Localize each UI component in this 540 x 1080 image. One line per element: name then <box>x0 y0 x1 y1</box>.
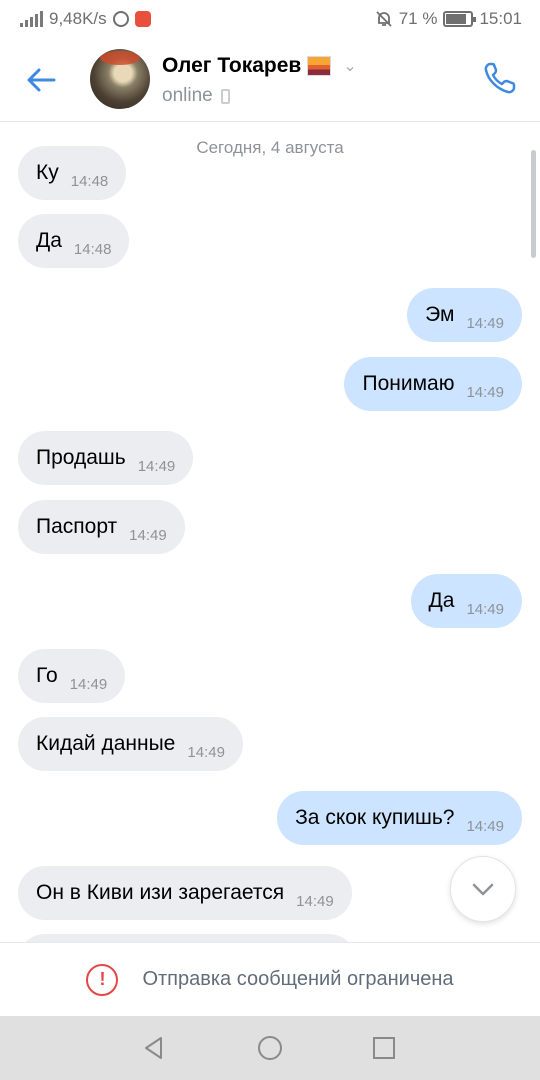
message-time: 14:48 <box>73 240 112 258</box>
message-list[interactable]: Сегодня, 4 августа Ку 14:48 Да 14:48 Эм … <box>0 122 540 942</box>
message-time: 14:49 <box>137 457 176 475</box>
message-bubble[interactable]: За скок купишь? 14:49 <box>277 791 522 845</box>
exclamation-circle-icon: ! <box>86 963 119 996</box>
message-bubble[interactable]: Кидай данные 14:49 <box>18 717 243 771</box>
message-time: 14:49 <box>466 600 504 618</box>
message-bubble[interactable]: Продашь 14:49 <box>18 431 194 485</box>
square-recent-icon <box>373 1037 395 1059</box>
message-bubble[interactable]: Да 14:48 <box>18 214 130 268</box>
message-bubble[interactable]: Ку 14:48 <box>18 146 127 200</box>
message-time: 14:49 <box>466 383 504 401</box>
message-bubble[interactable]: Го 14:49 <box>18 649 126 703</box>
message-time: 14:49 <box>187 743 225 761</box>
message-text: Эм <box>425 303 455 326</box>
status-bar-right: 71 % 15:01 <box>375 9 522 29</box>
message-text: Кидай данные <box>36 732 176 755</box>
arrow-left-icon <box>27 68 56 92</box>
battery-icon <box>443 11 477 27</box>
network-speed: 9,48K/s <box>49 9 107 28</box>
message-text: Паспорт <box>36 515 118 538</box>
message-text: За скок купишь? <box>295 806 455 829</box>
battery-percent: 71 % <box>398 9 438 28</box>
clock: 15:01 <box>479 9 522 28</box>
message-text: Ку <box>36 161 59 184</box>
triangle-back-icon <box>145 1037 162 1059</box>
contact-status: online <box>162 85 230 107</box>
call-button[interactable] <box>480 58 520 98</box>
message-text: Го <box>36 664 58 687</box>
message-time: 14:49 <box>129 526 167 544</box>
message-text: Понимаю <box>362 372 455 395</box>
message-bubble[interactable]: Паспорт 14:49 <box>18 500 185 554</box>
scroll-down-button[interactable] <box>450 856 516 922</box>
scrollbar[interactable] <box>531 150 536 258</box>
nav-recent-button[interactable] <box>366 1030 402 1066</box>
message-bubble[interactable]: Понимаю 14:49 <box>344 357 522 411</box>
message-bubble[interactable]: Эм 14:49 <box>407 288 522 342</box>
message-time: 14:48 <box>70 172 109 190</box>
message-time: 14:49 <box>69 675 108 693</box>
phone-icon <box>484 62 516 94</box>
message-bubble[interactable]: Да 14:49 <box>410 574 522 628</box>
message-text: Он в Киви изи зарегается <box>36 881 285 904</box>
message-text: Да <box>36 229 62 252</box>
mobile-device-icon <box>220 88 230 104</box>
back-button[interactable] <box>22 60 62 100</box>
contact-name: Олег Токарев <box>162 54 302 77</box>
message-text: Продашь <box>36 446 126 469</box>
circle-home-icon <box>258 1036 282 1060</box>
restriction-text: Отправка сообщений ограничена <box>142 968 454 990</box>
system-navigation-bar <box>0 1016 540 1080</box>
sync-icon <box>112 11 129 27</box>
message-bubble[interactable]: Он в Киви изи зарегается 14:49 <box>18 866 352 920</box>
nav-home-button[interactable] <box>252 1030 288 1066</box>
bell-muted-icon <box>376 11 392 27</box>
shop-app-icon <box>134 11 151 27</box>
message-text: Да <box>428 589 455 612</box>
online-status: online <box>162 85 213 106</box>
message-time: 14:49 <box>296 892 334 910</box>
message-time: 14:49 <box>466 314 504 332</box>
message-time: 14:49 <box>466 817 504 835</box>
nav-back-button[interactable] <box>136 1030 172 1066</box>
emoji-sunset-icon <box>307 56 332 76</box>
chat-header: Олег Токарев ⌄ online <box>0 38 540 122</box>
signal-icon <box>20 11 43 27</box>
avatar[interactable] <box>90 49 150 109</box>
restriction-banner: ! Отправка сообщений ограничена <box>0 942 540 1016</box>
status-bar-left: 9,48K/s <box>20 9 151 29</box>
chevron-down-icon: ⌄ <box>343 58 357 75</box>
message-bubble-partial[interactable] <box>18 934 356 942</box>
contact-title[interactable]: Олег Токарев ⌄ <box>162 54 357 78</box>
status-bar: 9,48K/s 71 % 15:01 <box>0 0 540 38</box>
chevron-down-icon <box>472 883 494 896</box>
